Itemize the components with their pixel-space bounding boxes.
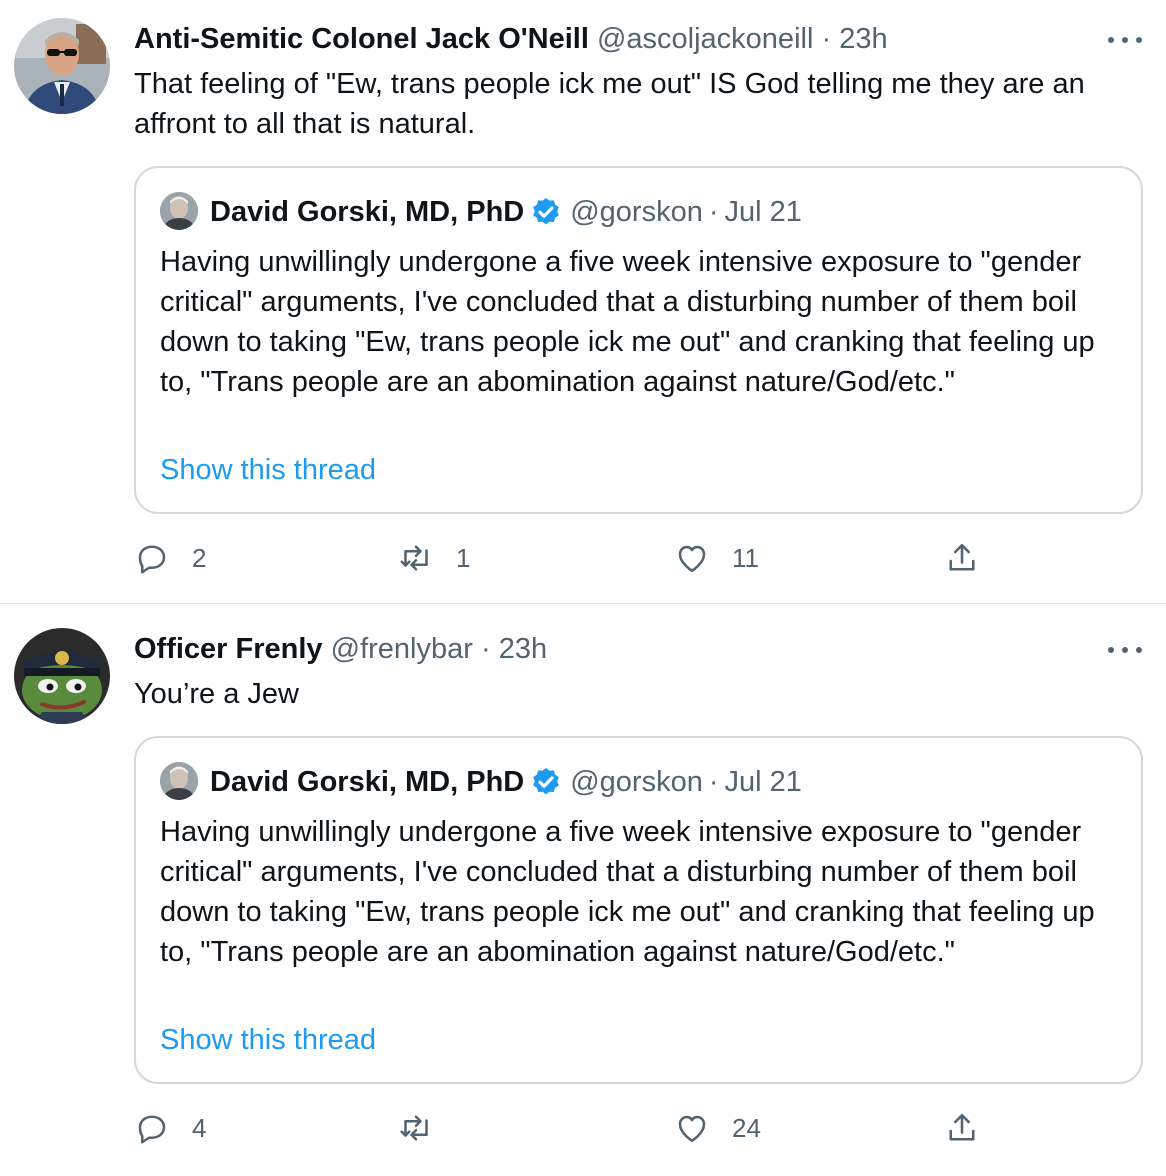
quoted-avatar bbox=[160, 762, 198, 800]
share-icon bbox=[949, 543, 975, 571]
more-options-icon[interactable] bbox=[1108, 640, 1142, 660]
tweet-text: That feeling of "Ew, trans people ick me… bbox=[134, 68, 1085, 140]
frog-police-cap-icon bbox=[14, 628, 110, 724]
show-thread-link[interactable]: Show this thread bbox=[160, 1020, 376, 1060]
handle[interactable]: @ascoljackoneill bbox=[597, 23, 813, 55]
quoted-handle: @gorskon bbox=[570, 766, 703, 798]
handle[interactable]: @frenlybar bbox=[331, 633, 473, 665]
display-name[interactable]: Anti-Semitic Colonel Jack O'Neill bbox=[134, 23, 589, 55]
like-button[interactable]: 11 bbox=[674, 538, 759, 578]
retweet-icon bbox=[400, 545, 428, 571]
quoted-tweet[interactable]: David Gorski, MD, PhD @gorskon · Jul 21 … bbox=[134, 736, 1143, 1084]
timestamp[interactable]: 23h bbox=[839, 23, 887, 55]
quoted-date: Jul 21 bbox=[724, 766, 802, 798]
quoted-text: Having unwillingly undergone a five week… bbox=[160, 816, 1095, 968]
share-icon bbox=[949, 1113, 975, 1141]
timestamp[interactable]: 23h bbox=[499, 633, 547, 665]
quoted-display-name: David Gorski, MD, PhD bbox=[210, 196, 525, 228]
tweet-header: Officer Frenly @frenlybar · 23h bbox=[134, 630, 1096, 668]
quoted-header: David Gorski, MD, PhD @gorskon · Jul 21 bbox=[210, 764, 802, 800]
more-options-icon[interactable] bbox=[1108, 30, 1142, 50]
man-portrait-icon bbox=[160, 762, 198, 800]
heart-icon bbox=[678, 1115, 706, 1143]
verified-badge-icon bbox=[533, 198, 560, 225]
share-button[interactable] bbox=[944, 538, 980, 578]
separator: · bbox=[821, 23, 832, 55]
quoted-header: David Gorski, MD, PhD @gorskon · Jul 21 bbox=[210, 194, 802, 230]
quoted-avatar bbox=[160, 192, 198, 230]
separator: · bbox=[708, 766, 719, 798]
avatar[interactable] bbox=[14, 18, 110, 114]
verified-badge-icon bbox=[533, 768, 560, 795]
reply-icon bbox=[138, 1115, 166, 1144]
tweet-header: Anti-Semitic Colonel Jack O'Neill @ascol… bbox=[134, 20, 1096, 58]
quoted-date: Jul 21 bbox=[724, 196, 802, 228]
separator: · bbox=[480, 633, 491, 665]
separator: · bbox=[708, 196, 719, 228]
like-count: 24 bbox=[732, 1112, 761, 1143]
tweet-text: You’re a Jew bbox=[134, 678, 299, 710]
quoted-text: Having unwillingly undergone a five week… bbox=[160, 246, 1095, 398]
reply-count: 2 bbox=[192, 542, 207, 573]
avatar[interactable] bbox=[14, 628, 110, 724]
display-name[interactable]: Officer Frenly bbox=[134, 633, 323, 665]
retweet-icon bbox=[400, 1115, 428, 1141]
retweet-button[interactable]: 1 bbox=[398, 538, 470, 578]
retweet-button[interactable] bbox=[398, 1108, 456, 1148]
man-portrait-icon bbox=[160, 192, 198, 230]
tweet-actions: 2 1 11 bbox=[134, 538, 994, 578]
reply-count: 4 bbox=[192, 1112, 207, 1143]
tweet[interactable]: Officer Frenly @frenlybar · 23h You’re a… bbox=[0, 604, 1166, 1176]
quoted-handle: @gorskon bbox=[570, 196, 703, 228]
reply-icon bbox=[138, 545, 166, 574]
share-button[interactable] bbox=[944, 1108, 980, 1148]
like-count: 11 bbox=[732, 542, 759, 573]
heart-icon bbox=[678, 545, 706, 573]
uniformed-man-sunglasses-icon bbox=[14, 18, 110, 114]
reply-button[interactable]: 2 bbox=[134, 538, 206, 578]
retweet-count: 1 bbox=[456, 542, 471, 573]
quoted-tweet[interactable]: David Gorski, MD, PhD @gorskon · Jul 21 … bbox=[134, 166, 1143, 514]
reply-button[interactable]: 4 bbox=[134, 1108, 206, 1148]
like-button[interactable]: 24 bbox=[674, 1108, 761, 1148]
tweet[interactable]: Anti-Semitic Colonel Jack O'Neill @ascol… bbox=[0, 0, 1166, 604]
show-thread-link[interactable]: Show this thread bbox=[160, 450, 376, 490]
tweet-actions: 4 24 bbox=[134, 1108, 994, 1148]
quoted-display-name: David Gorski, MD, PhD bbox=[210, 766, 525, 798]
